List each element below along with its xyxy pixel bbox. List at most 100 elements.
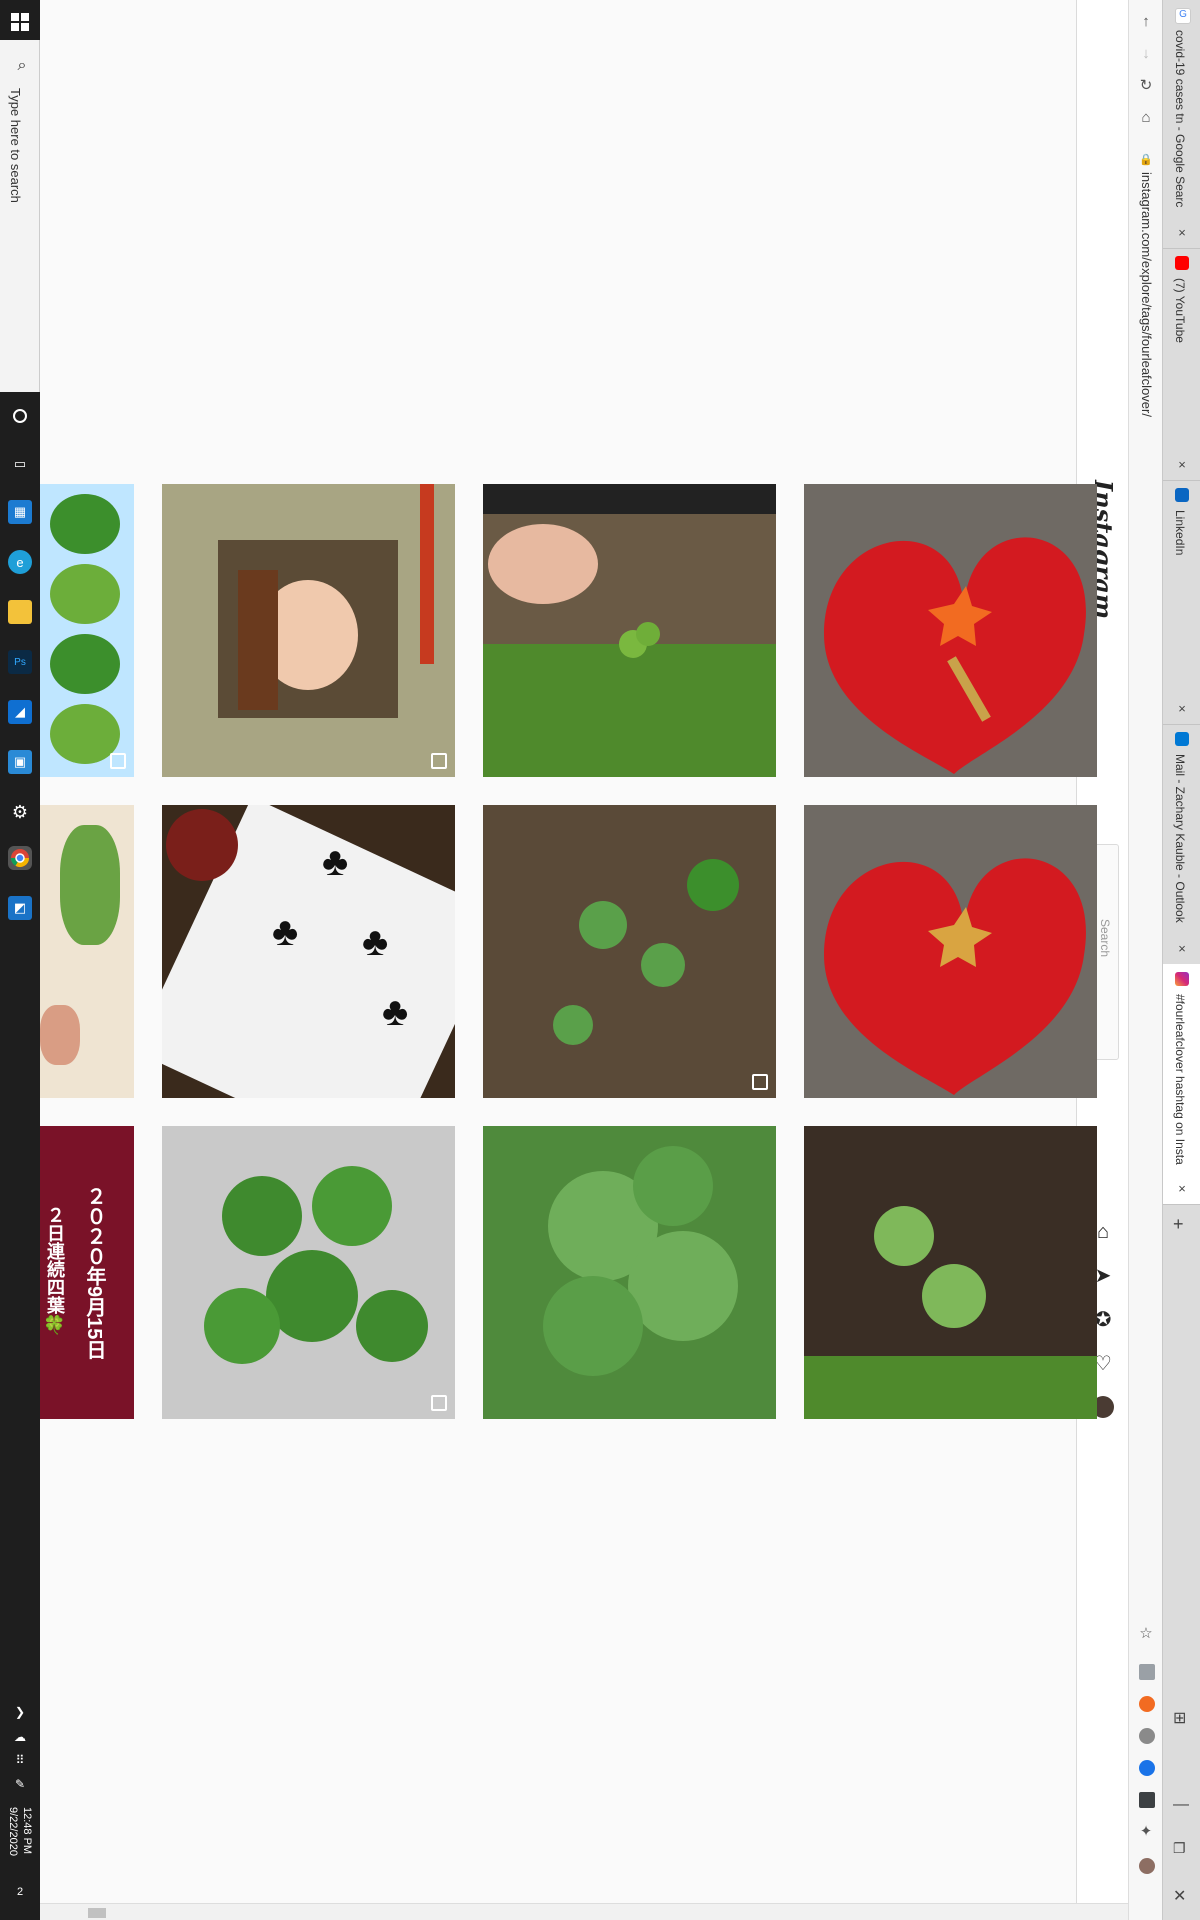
- instagram-search-placeholder: Search: [1098, 919, 1112, 958]
- multi-post-icon: [752, 1074, 768, 1090]
- notifications-icon[interactable]: 2: [8, 1880, 32, 1904]
- outlook-icon: [1175, 732, 1189, 746]
- heart-image: [824, 537, 1086, 774]
- extension-dark-icon[interactable]: [1139, 1792, 1155, 1808]
- linkedin-icon: [1175, 488, 1189, 502]
- layout-icon[interactable]: ⊞: [1173, 1708, 1186, 1728]
- post-japanese-text[interactable]: ２０２０年9月15日 ２日連続四葉🍀: [40, 1126, 134, 1419]
- tab-title: LinkedIn: [1173, 510, 1187, 556]
- restore-icon[interactable]: ❐: [1173, 1840, 1186, 1857]
- network-icon[interactable]: ⠿: [8, 1748, 32, 1772]
- azure-icon[interactable]: ◢: [8, 700, 32, 724]
- new-tab-button[interactable]: +: [1173, 1214, 1184, 1235]
- profile-avatar-icon[interactable]: [1139, 1858, 1155, 1874]
- extension-blue-icon[interactable]: [1139, 1760, 1155, 1776]
- browser-toolbar: ↑ ↓ ↻ ⌂ 🔒 instagram.com/explore/tags/fou…: [1128, 0, 1162, 1920]
- heart-image: [824, 858, 1086, 1095]
- google-translate-icon[interactable]: [1139, 1664, 1155, 1680]
- taskbar-search-placeholder: Type here to search: [8, 88, 23, 203]
- remote-desktop-icon[interactable]: ◩: [8, 896, 32, 920]
- clover-image: [204, 1166, 428, 1364]
- tab-title: Mail - Zachary Kauble - Outlook: [1173, 754, 1187, 923]
- lock-icon: 🔒: [1139, 154, 1153, 166]
- post-playing-card-clubs[interactable]: ♣ ♣ ♣ ♣: [162, 805, 455, 1098]
- address-url: instagram.com/explore/tags/fourleafclove…: [1139, 172, 1154, 417]
- clover-image: [804, 1206, 1097, 1419]
- settings-gear-icon[interactable]: ⚙: [8, 800, 32, 824]
- instagram-icon: [1175, 972, 1189, 986]
- close-tab-icon[interactable]: ×: [1175, 226, 1189, 240]
- clover-image: [483, 484, 776, 777]
- post-caption-line2: ２日連続四葉🍀: [45, 1206, 65, 1336]
- post-clover-patch[interactable]: [483, 1126, 776, 1419]
- notification-count: 2: [16, 1886, 24, 1898]
- svg-text:♣: ♣: [382, 990, 408, 1034]
- horizontal-scrollbar[interactable]: [40, 1903, 1128, 1920]
- bookmark-star-icon[interactable]: ☆: [1136, 1624, 1156, 1644]
- taskbar-search-box[interactable]: ⌕ Type here to search: [0, 40, 40, 392]
- post-caption-line1: ２０２０年9月15日: [83, 1186, 105, 1360]
- post-portrait-frame[interactable]: [162, 484, 455, 777]
- task-view-icon[interactable]: ▭: [8, 452, 32, 476]
- tab-title: #fourleafclover hashtag on Insta: [1173, 994, 1187, 1165]
- tab-title: covid-19 cases tn - Google Searc: [1173, 30, 1187, 208]
- close-window-icon[interactable]: ✕: [1173, 1886, 1186, 1906]
- svg-text:♣: ♣: [272, 910, 298, 954]
- multi-post-icon: [110, 753, 126, 769]
- photoshop-icon[interactable]: Ps: [8, 650, 32, 674]
- post-hand-picking-clover[interactable]: [483, 484, 776, 777]
- close-tab-icon[interactable]: ×: [1175, 702, 1189, 716]
- post-clovers-ground[interactable]: [483, 805, 776, 1098]
- portrait-photo: [218, 540, 398, 718]
- back-arrow-icon[interactable]: ↑: [1136, 12, 1156, 32]
- post-red-heart-gold-star[interactable]: [804, 805, 1097, 1098]
- tab-google-search[interactable]: G covid-19 cases tn - Google Searc ×: [1163, 0, 1200, 249]
- home-icon[interactable]: ⌂: [1136, 108, 1156, 128]
- extensions-puzzle-icon[interactable]: ✦: [1136, 1822, 1156, 1842]
- post-clovers-soil[interactable]: [804, 1126, 1097, 1419]
- scrollbar-thumb[interactable]: [88, 1908, 106, 1918]
- card-image: ♣ ♣ ♣ ♣: [162, 805, 455, 1098]
- minimize-icon[interactable]: —: [1173, 1796, 1189, 1814]
- red-brush-stroke: [420, 484, 434, 664]
- post-red-heart-orange-star[interactable]: [804, 484, 1097, 777]
- pen-icon[interactable]: ✎: [8, 1772, 32, 1796]
- search-icon: ⌕: [17, 57, 27, 74]
- extension-gray-icon[interactable]: [1139, 1728, 1155, 1744]
- cloud-icon[interactable]: ☁: [8, 1725, 32, 1749]
- chrome-icon[interactable]: [8, 846, 32, 870]
- address-bar[interactable]: 🔒 instagram.com/explore/tags/fourleafclo…: [1133, 148, 1159, 1408]
- forward-arrow-icon[interactable]: ↓: [1136, 44, 1156, 64]
- close-tab-icon[interactable]: ×: [1175, 458, 1189, 472]
- tab-outlook[interactable]: Mail - Zachary Kauble - Outlook ×: [1163, 724, 1200, 965]
- multi-post-icon: [431, 1395, 447, 1411]
- close-tab-icon[interactable]: ×: [1175, 942, 1189, 956]
- tab-linkedin[interactable]: LinkedIn ×: [1163, 480, 1200, 725]
- store-icon[interactable]: ▦: [8, 500, 32, 524]
- post-collage-faces[interactable]: [40, 484, 134, 777]
- clover-image: [543, 1146, 738, 1376]
- svg-text:♣: ♣: [322, 840, 348, 884]
- chevron-up-icon[interactable]: ❯: [8, 1700, 32, 1724]
- google-icon: G: [1175, 8, 1191, 24]
- post-fern-clover-hand[interactable]: [40, 805, 134, 1098]
- edge-icon[interactable]: e: [8, 550, 32, 574]
- tab-youtube[interactable]: (7) YouTube ×: [1163, 248, 1200, 481]
- extension-orange-icon[interactable]: [1139, 1696, 1155, 1712]
- multi-post-icon: [431, 753, 447, 769]
- browser-tab-strip: G covid-19 cases tn - Google Searc × (7)…: [1162, 0, 1200, 1920]
- file-explorer-icon[interactable]: [8, 600, 32, 624]
- tab-instagram[interactable]: #fourleafclover hashtag on Insta ×: [1163, 964, 1200, 1205]
- youtube-icon: [1175, 256, 1189, 270]
- tab-title: (7) YouTube: [1173, 278, 1187, 343]
- post-clover-bunch[interactable]: [162, 1126, 455, 1419]
- clover-image: [553, 859, 739, 1045]
- cortana-icon[interactable]: [8, 404, 32, 428]
- clock-time: 12:48 PM: [21, 1807, 33, 1855]
- svg-text:♣: ♣: [362, 920, 388, 964]
- reload-icon[interactable]: ↻: [1136, 76, 1156, 96]
- close-tab-icon[interactable]: ×: [1175, 1182, 1189, 1196]
- app-icon[interactable]: ▣: [8, 750, 32, 774]
- windows-start-icon[interactable]: [8, 10, 32, 34]
- clock-date: 9/22/2020: [7, 1807, 19, 1856]
